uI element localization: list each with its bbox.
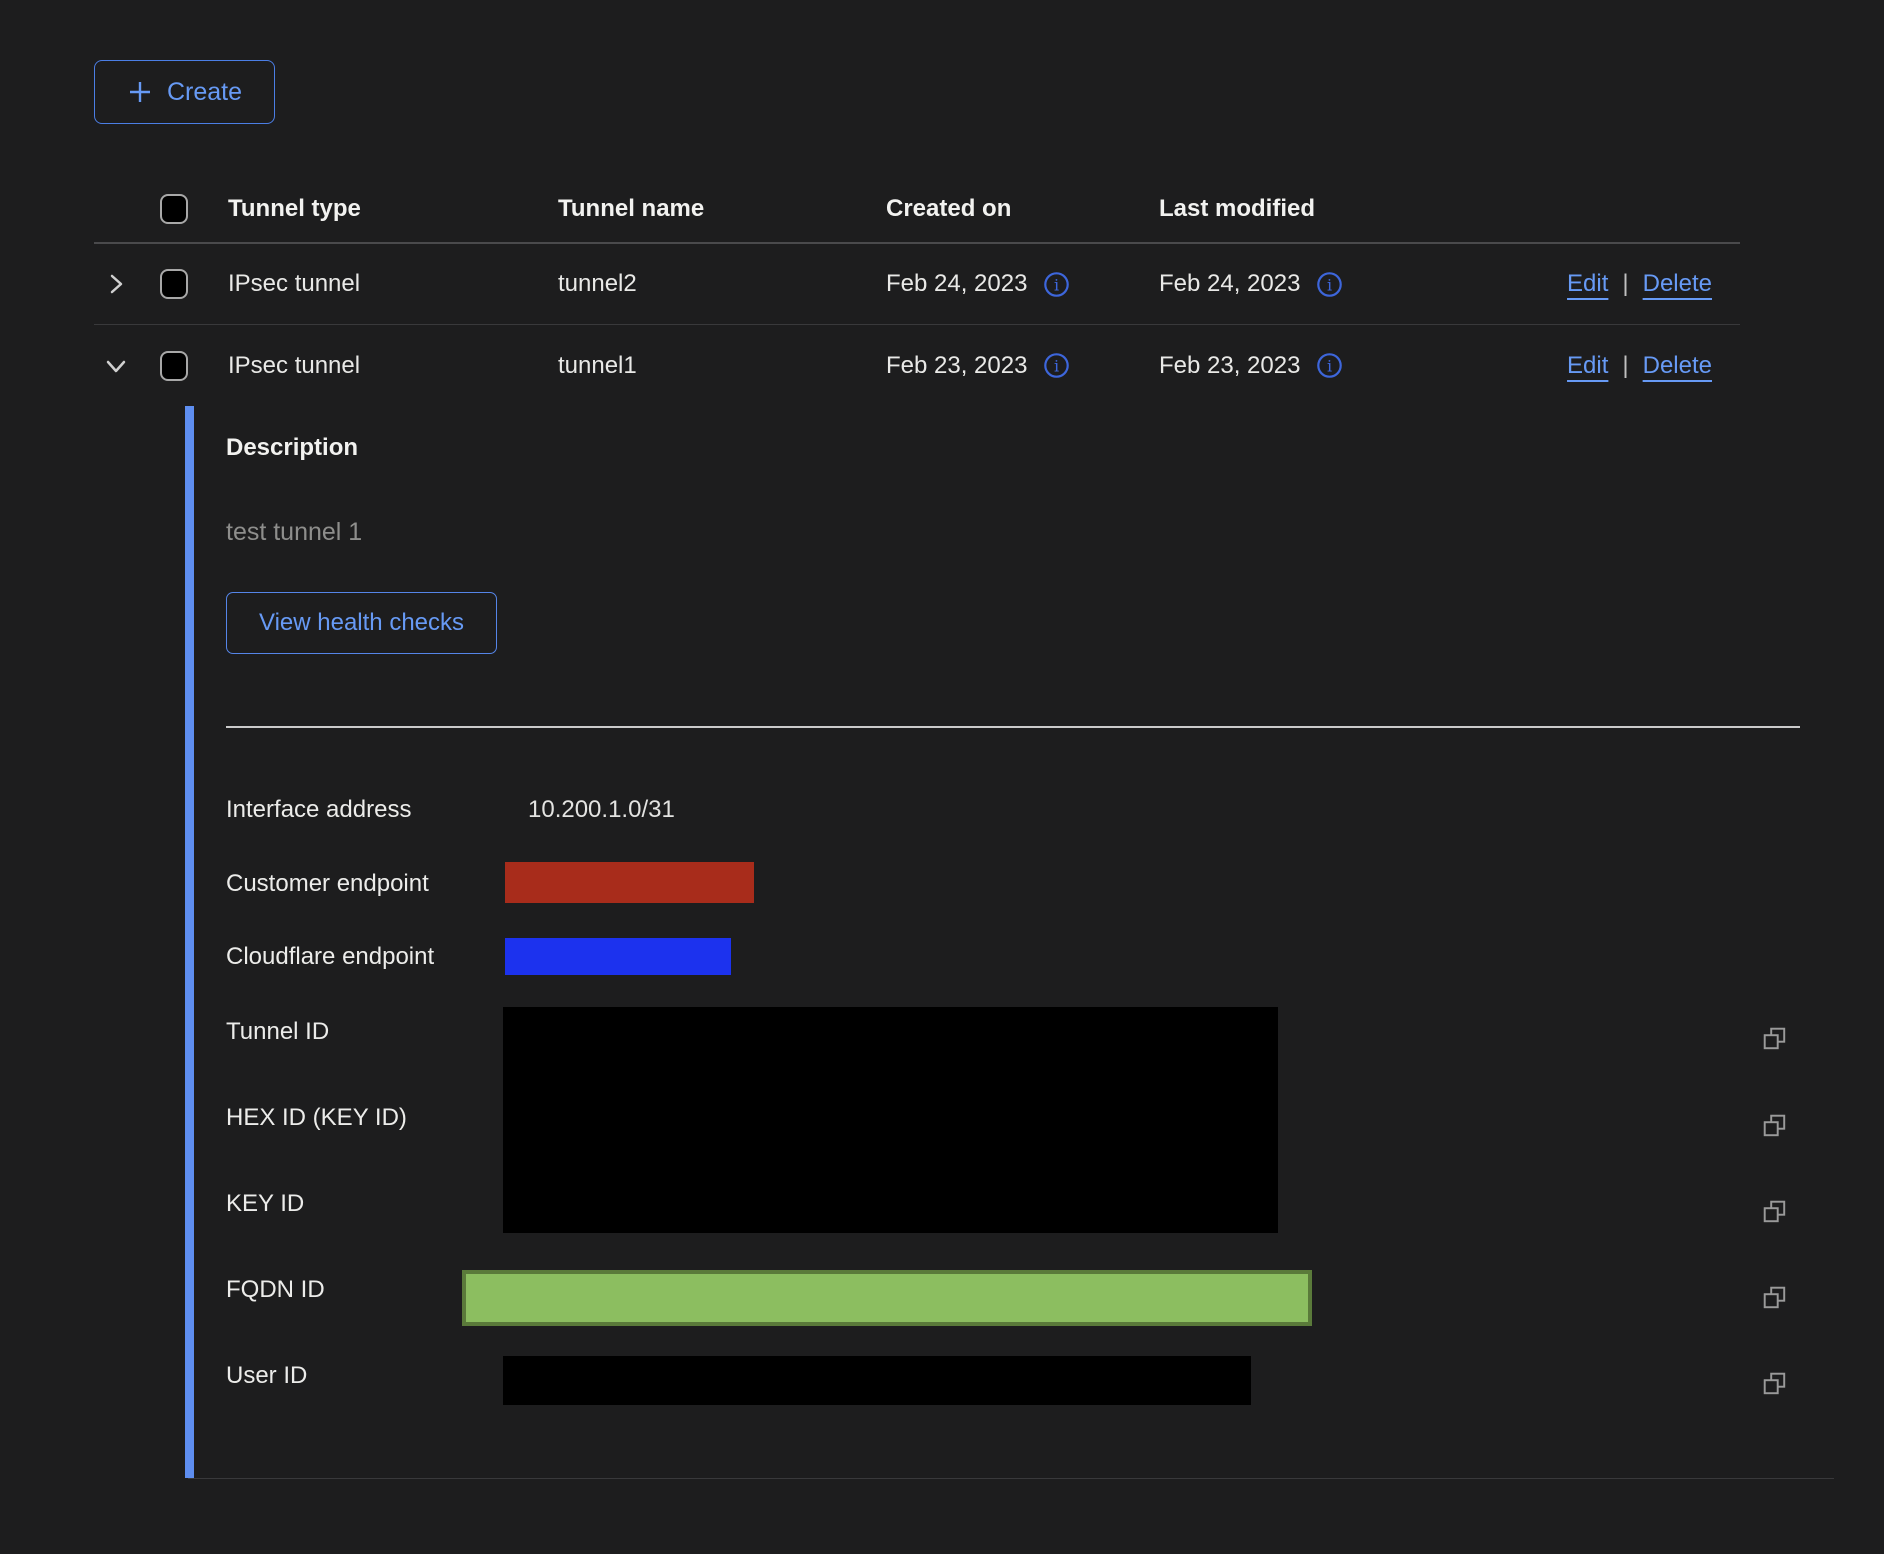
collapse-row-button[interactable] xyxy=(96,346,136,386)
cloudflare-endpoint-redacted-value xyxy=(505,938,731,975)
tunnel-id-label: Tunnel ID xyxy=(226,1018,329,1046)
expand-row-button[interactable] xyxy=(96,264,136,304)
user-id-label: User ID xyxy=(226,1362,307,1390)
copy-icon xyxy=(1762,1113,1788,1139)
copy-tunnel-id-button[interactable] xyxy=(1760,1024,1790,1054)
copy-icon xyxy=(1762,1371,1788,1397)
view-health-checks-button[interactable]: View health checks xyxy=(226,592,497,654)
chevron-right-icon xyxy=(102,270,130,298)
svg-text:i: i xyxy=(1327,275,1332,294)
interface-address-label: Interface address xyxy=(226,796,411,824)
tunnel-name-value: tunnel1 xyxy=(558,352,886,380)
info-icon: i xyxy=(1316,271,1343,298)
copy-fqdn-id-button[interactable] xyxy=(1760,1283,1790,1313)
customer-endpoint-redacted-value xyxy=(505,862,754,903)
tunnels-table: Tunnel type Tunnel name Created on Last … xyxy=(94,175,1740,1479)
interface-address-value: 10.200.1.0/31 xyxy=(528,796,675,824)
fqdn-id-redacted-value xyxy=(462,1270,1312,1326)
created-info-button[interactable]: i xyxy=(1043,271,1070,298)
user-id-redacted-value xyxy=(503,1356,1251,1405)
svg-text:i: i xyxy=(1327,357,1332,376)
header-last-modified: Last modified xyxy=(1159,195,1539,223)
copy-icon xyxy=(1762,1026,1788,1052)
created-info-button[interactable]: i xyxy=(1043,352,1070,379)
expanded-accent-bar xyxy=(185,406,194,1478)
modified-info-button[interactable]: i xyxy=(1316,271,1343,298)
row-checkbox[interactable] xyxy=(160,351,188,381)
delete-link[interactable]: Delete xyxy=(1643,352,1712,380)
copy-icon xyxy=(1762,1199,1788,1225)
last-modified-value: Feb 23, 2023 xyxy=(1159,352,1300,380)
edit-link[interactable]: Edit xyxy=(1567,352,1608,380)
header-tunnel-type: Tunnel type xyxy=(228,195,558,223)
action-separator: | xyxy=(1622,352,1628,380)
created-on-value: Feb 24, 2023 xyxy=(886,270,1027,298)
fqdn-id-label: FQDN ID xyxy=(226,1276,325,1304)
table-row-tunnel2: IPsec tunnel tunnel2 Feb 24, 2023 i Feb … xyxy=(94,244,1740,325)
info-icon: i xyxy=(1043,271,1070,298)
edit-link[interactable]: Edit xyxy=(1567,270,1608,298)
table-header-row: Tunnel type Tunnel name Created on Last … xyxy=(94,175,1740,244)
copy-icon xyxy=(1762,1285,1788,1311)
create-button-label: Create xyxy=(167,78,242,107)
plus-icon xyxy=(127,79,153,105)
copy-hex-id-button[interactable] xyxy=(1760,1111,1790,1141)
create-button[interactable]: Create xyxy=(94,60,275,124)
cloudflare-endpoint-label: Cloudflare endpoint xyxy=(226,943,434,971)
tunnel-name-value: tunnel2 xyxy=(558,270,886,298)
info-icon: i xyxy=(1043,352,1070,379)
key-id-label: KEY ID xyxy=(226,1190,304,1218)
header-tunnel-name: Tunnel name xyxy=(558,195,886,223)
modified-info-button[interactable]: i xyxy=(1316,352,1343,379)
description-label: Description xyxy=(226,434,358,462)
created-on-value: Feb 23, 2023 xyxy=(886,352,1027,380)
customer-endpoint-label: Customer endpoint xyxy=(226,870,429,898)
copy-key-id-button[interactable] xyxy=(1760,1197,1790,1227)
copy-user-id-button[interactable] xyxy=(1760,1369,1790,1399)
row-checkbox[interactable] xyxy=(160,269,188,299)
chevron-down-icon xyxy=(102,352,130,380)
info-icon: i xyxy=(1316,352,1343,379)
last-modified-value: Feb 24, 2023 xyxy=(1159,270,1300,298)
description-value: test tunnel 1 xyxy=(226,518,362,547)
svg-text:i: i xyxy=(1054,275,1059,294)
select-all-checkbox[interactable] xyxy=(160,194,188,224)
ids-redacted-value xyxy=(503,1007,1278,1233)
hex-id-label: HEX ID (KEY ID) xyxy=(226,1104,407,1132)
tunnel-type-value: IPsec tunnel xyxy=(228,352,558,380)
header-created-on: Created on xyxy=(886,195,1159,223)
action-separator: | xyxy=(1622,270,1628,298)
section-divider xyxy=(226,726,1800,728)
svg-text:i: i xyxy=(1054,357,1059,376)
tunnel-details-panel: Description test tunnel 1 View health ch… xyxy=(188,406,1834,1479)
tunnel-type-value: IPsec tunnel xyxy=(228,270,558,298)
table-row-tunnel1: IPsec tunnel tunnel1 Feb 23, 2023 i Feb … xyxy=(94,325,1740,406)
delete-link[interactable]: Delete xyxy=(1643,270,1712,298)
